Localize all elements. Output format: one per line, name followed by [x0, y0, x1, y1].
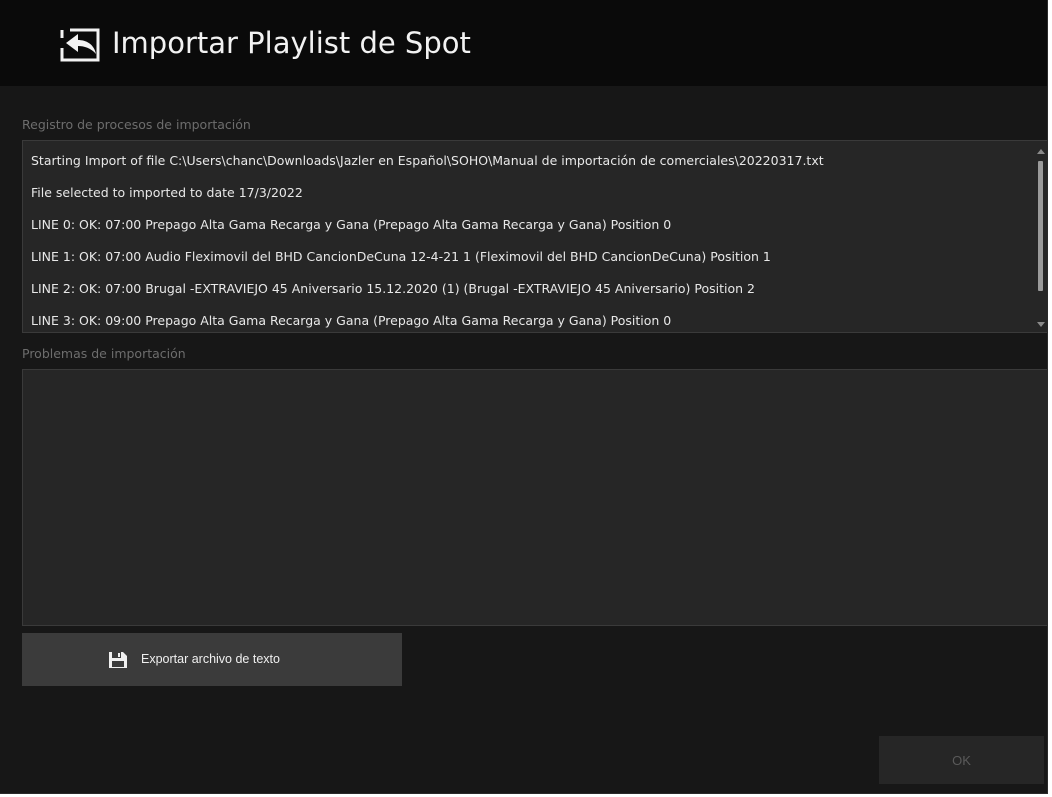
floppy-disk-icon [109, 652, 127, 668]
log-scrollbar[interactable] [1035, 145, 1047, 329]
ok-button[interactable]: OK [879, 736, 1044, 784]
log-lines: Starting Import of file C:\Users\chanc\D… [31, 145, 1029, 332]
export-text-file-button[interactable]: Exportar archivo de texto [22, 633, 402, 686]
import-dialog: Importar Playlist de Spot Registro de pr… [0, 0, 1048, 794]
export-button-label: Exportar archivo de texto [141, 652, 280, 666]
scroll-up-icon[interactable] [1037, 149, 1045, 154]
scroll-thumb[interactable] [1038, 161, 1043, 291]
dialog-header: Importar Playlist de Spot [0, 0, 1047, 86]
log-line[interactable]: Starting Import of file C:\Users\chanc\D… [31, 145, 1029, 177]
import-arrow-icon [60, 28, 100, 62]
import-log-list[interactable]: Starting Import of file C:\Users\chanc\D… [22, 140, 1047, 333]
log-line[interactable]: LINE 1: OK: 07:00 Audio Fleximovil del B… [31, 241, 1029, 273]
log-section-label: Registro de procesos de importación [22, 117, 251, 132]
problems-section-label: Problemas de importación [22, 346, 186, 361]
dialog-title: Importar Playlist de Spot [112, 26, 471, 60]
log-line[interactable]: LINE 3: OK: 09:00 Prepago Alta Gama Reca… [31, 305, 1029, 332]
log-line[interactable]: LINE 2: OK: 07:00 Brugal -EXTRAVIEJO 45 … [31, 273, 1029, 305]
log-line[interactable]: LINE 0: OK: 07:00 Prepago Alta Gama Reca… [31, 209, 1029, 241]
scroll-down-icon[interactable] [1037, 322, 1045, 327]
import-problems-list[interactable] [22, 369, 1047, 626]
log-line[interactable]: File selected to imported to date 17/3/2… [31, 177, 1029, 209]
